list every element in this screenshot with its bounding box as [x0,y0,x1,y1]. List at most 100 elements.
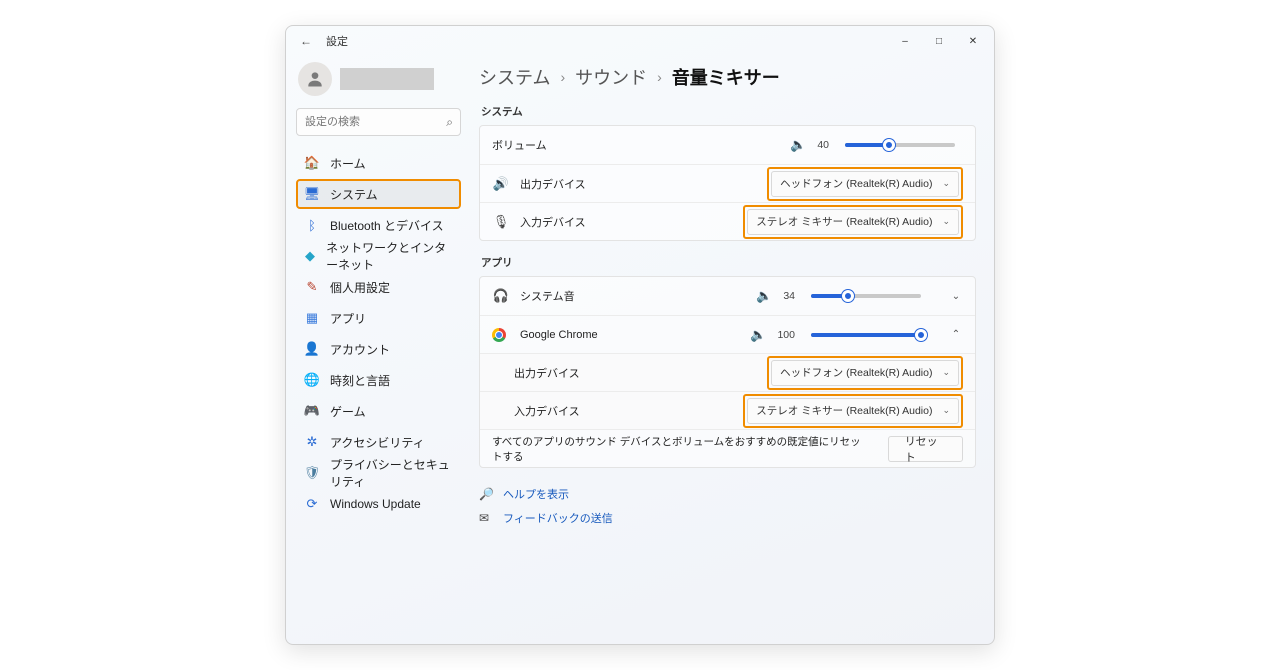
sidebar-item-label: プライバシーとセキュリティ [330,456,453,490]
apps-icon: ▦ [304,310,320,326]
back-button[interactable]: ← [300,34,314,48]
sidebar-item-apps[interactable]: ▦ アプリ [296,303,461,333]
chevron-down-icon: ⌄ [942,178,950,189]
output-dropdown-highlight: ヘッドフォン (Realtek(R) Audio) ⌄ [767,167,963,201]
update-icon: ⟳ [304,496,320,512]
breadcrumb-system[interactable]: システム [479,64,550,90]
search-icon: ⌕ [446,115,453,130]
volume-row: ボリューム 🔈 40 [480,126,975,164]
sidebar-item-network[interactable]: ◆ ネットワークとインターネット [296,241,461,271]
settings-window: ← 設定 – □ ✕ ⌕ 🏠 ホーム [285,25,995,645]
input-label: 入力デバイス [520,214,586,230]
sidebar-item-accounts[interactable]: 👤 アカウント [296,334,461,364]
chrome-input-value: ステレオ ミキサー (Realtek(R) Audio) [756,403,932,418]
chrome-input-dropdown[interactable]: ステレオ ミキサー (Realtek(R) Audio) ⌄ [747,398,959,424]
help-link[interactable]: 🔎 ヘルプを表示 [479,486,976,502]
chrome-icon [492,328,510,342]
sidebar-item-time-language[interactable]: 🌐 時刻と言語 [296,365,461,395]
section-label-apps: アプリ [481,255,976,270]
expand-caret[interactable]: ⌄ [949,291,963,302]
home-icon: 🏠 [304,155,320,171]
breadcrumb-sound[interactable]: サウンド [575,64,647,90]
sidebar-item-gaming[interactable]: 🎮 ゲーム [296,396,461,426]
profile-name-placeholder [340,68,434,90]
chrome-input-label: 入力デバイス [514,403,580,419]
chevron-down-icon: ⌄ [942,216,950,227]
sidebar-item-label: 個人用設定 [330,279,390,296]
search-box[interactable]: ⌕ [296,108,461,136]
headphones-icon: 🎧 [492,288,510,304]
chrome-output-row: 出力デバイス ヘッドフォン (Realtek(R) Audio) ⌄ [480,353,975,391]
system-sounds-row: 🎧 システム音 🔈 34 ⌄ [480,277,975,315]
brush-icon: ✎ [304,279,320,295]
network-icon: ◆ [304,248,316,264]
bluetooth-icon: ᛒ [304,217,320,233]
system-sounds-value: 34 [783,290,795,302]
sidebar-item-label: Windows Update [330,497,421,511]
sidebar-item-bluetooth[interactable]: ᛒ Bluetooth とデバイス [296,210,461,240]
profile[interactable] [296,62,461,96]
output-device-dropdown[interactable]: ヘッドフォン (Realtek(R) Audio) ⌄ [771,171,959,197]
sidebar-item-privacy[interactable]: 🛡 プライバシーとセキュリティ [296,458,461,488]
chrome-output-highlight: ヘッドフォン (Realtek(R) Audio) ⌄ [767,356,963,390]
close-button[interactable]: ✕ [956,26,990,56]
chrome-output-label: 出力デバイス [514,365,580,381]
account-icon: 👤 [304,341,320,357]
volume-slider[interactable] [845,143,955,147]
system-icon: 🖥 [304,186,320,202]
chevron-down-icon: ⌄ [942,367,950,378]
sidebar-item-label: ホーム [330,155,366,172]
section-label-system: システム [481,104,976,119]
volume-label: ボリューム [492,137,547,153]
minimize-button[interactable]: – [888,26,922,56]
feedback-icon: ✉ [479,511,493,525]
search-input[interactable] [296,108,461,136]
collapse-caret[interactable]: ⌃ [949,329,963,340]
reset-button[interactable]: リセット [888,436,963,462]
gaming-icon: 🎮 [304,403,320,419]
chrome-slider[interactable] [811,333,921,337]
sidebar-item-label: システム [330,186,378,203]
footer-links: 🔎 ヘルプを表示 ✉ フィードバックの送信 [479,486,976,526]
chevron-down-icon: ⌄ [942,405,950,416]
input-device-dropdown[interactable]: ステレオ ミキサー (Realtek(R) Audio) ⌄ [747,209,959,235]
sidebar-item-system[interactable]: 🖥 システム [296,179,461,209]
apps-card-group: 🎧 システム音 🔈 34 ⌄ Google Chrome 🔈 [479,276,976,468]
accessibility-icon: ✲ [304,434,320,450]
chrome-output-value: ヘッドフォン (Realtek(R) Audio) [780,365,932,380]
sidebar-item-accessibility[interactable]: ✲ アクセシビリティ [296,427,461,457]
speaker-icon[interactable]: 🔈 [749,327,767,343]
output-device-value: ヘッドフォン (Realtek(R) Audio) [780,176,932,191]
chrome-output-dropdown[interactable]: ヘッドフォン (Realtek(R) Audio) ⌄ [771,360,959,386]
speaker-icon[interactable]: 🔈 [789,137,807,153]
system-sounds-slider[interactable] [811,294,921,298]
nav-list: 🏠 ホーム 🖥 システム ᛒ Bluetooth とデバイス ◆ ネットワークと… [296,148,461,519]
reset-row: すべてのアプリのサウンド デバイスとボリュームをおすすめの既定値にリセットする … [480,429,975,467]
sidebar-item-windows-update[interactable]: ⟳ Windows Update [296,489,461,519]
system-sounds-label: システム音 [520,288,575,304]
sidebar-item-label: 時刻と言語 [330,372,390,389]
sidebar: ⌕ 🏠 ホーム 🖥 システム ᛒ Bluetooth とデバイス [286,56,471,644]
input-device-value: ステレオ ミキサー (Realtek(R) Audio) [756,214,932,229]
globe-icon: 🌐 [304,372,320,388]
sidebar-item-home[interactable]: 🏠 ホーム [296,148,461,178]
system-card-group: ボリューム 🔈 40 🔊 出力デバイス ヘッドフォン (Real [479,125,976,241]
chrome-label: Google Chrome [520,329,598,341]
titlebar: ← 設定 – □ ✕ [286,26,994,56]
chevron-right-icon: › [657,69,662,85]
shield-icon: 🛡 [304,465,320,481]
sidebar-item-label: アカウント [330,341,390,358]
breadcrumb-current: 音量ミキサー [672,64,780,90]
chrome-row: Google Chrome 🔈 100 ⌃ [480,315,975,353]
chevron-right-icon: › [560,69,565,85]
breadcrumb: システム › サウンド › 音量ミキサー [479,64,976,90]
sidebar-item-personalization[interactable]: ✎ 個人用設定 [296,272,461,302]
avatar-icon [298,62,332,96]
sidebar-item-label: ネットワークとインターネット [326,239,453,273]
speaker-icon[interactable]: 🔈 [755,288,773,304]
feedback-link[interactable]: ✉ フィードバックの送信 [479,510,976,526]
sidebar-item-label: アクセシビリティ [330,434,425,451]
main-content: システム › サウンド › 音量ミキサー システム ボリューム 🔈 40 [471,56,994,644]
mic-icon: 🎙 [492,214,510,230]
maximize-button[interactable]: □ [922,26,956,56]
